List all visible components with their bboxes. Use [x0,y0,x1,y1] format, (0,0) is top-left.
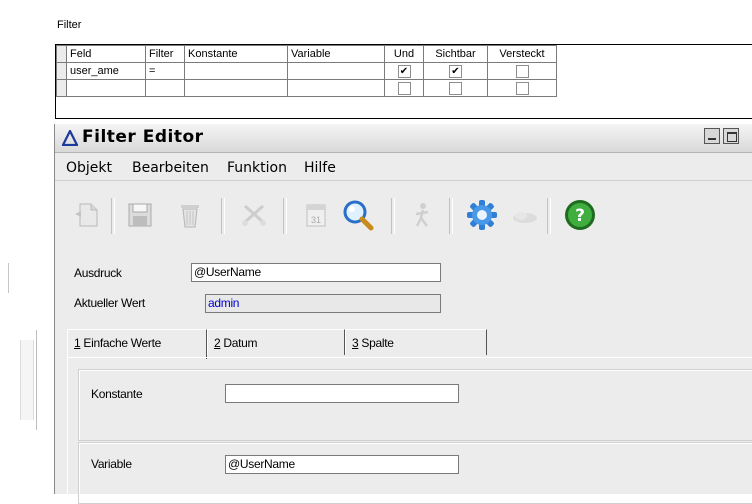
row-header-cell [56,45,67,63]
row-header-cell[interactable] [56,79,67,97]
toolbar-separator [449,198,453,234]
toolbar-separator [221,198,225,234]
grid-header-row: Feld Filter Konstante Variable Und Sicht… [56,45,557,63]
cell-konstante[interactable] [184,62,288,80]
cell-variable[interactable] [287,79,385,97]
expression-label: Ausdruck [74,266,122,280]
maximize-icon [727,132,737,142]
cell-variable[interactable] [287,62,385,80]
column-header-sichtbar[interactable]: Sichtbar [423,45,488,63]
cell-versteckt [487,79,557,97]
help-icon-text: ? [575,206,585,226]
table-row[interactable] [56,79,557,97]
filter-panel-title: Filter [57,19,82,31]
toolbar-separator [111,198,115,234]
tab-panel: Konstante Variable @UserName [67,357,752,504]
menu-bar: Objekt Bearbeiten Funktion Hilfe [55,154,752,181]
help-icon[interactable]: ? [563,198,597,232]
constant-input[interactable] [225,384,459,403]
current-value-field: admin [205,294,441,313]
constant-group: Konstante [78,369,752,441]
constant-label: Konstante [91,387,143,401]
und-checkbox[interactable]: ✔ [397,64,411,78]
column-header-variable[interactable]: Variable [287,45,385,63]
cloud-icon[interactable] [509,200,539,230]
cell-filter[interactable] [145,79,185,97]
minimize-button[interactable] [704,128,720,144]
tab-label: Einfache Werte [80,336,162,350]
window-title: Filter Editor [82,127,204,147]
cell-konstante[interactable] [184,79,288,97]
variable-input[interactable]: @UserName [225,455,459,474]
filter-editor-window: Filter Editor Objekt Bearbeiten Funktion… [54,124,752,504]
save-icon[interactable] [125,200,155,230]
variable-group: Variable @UserName [78,442,752,504]
calendar-icon-text: 31 [311,215,321,225]
search-icon[interactable] [341,198,375,232]
cell-und: ✔ [384,62,424,80]
row-header-cell[interactable] [56,62,67,80]
current-value-label: Aktueller Wert [74,296,145,310]
settings-icon[interactable] [465,198,499,232]
cell-sichtbar [423,79,488,97]
cut-icon[interactable] [239,200,269,230]
calendar-icon[interactable]: 31 [301,200,331,230]
toolbar-separator [391,198,395,234]
cell-sichtbar: ✔ [423,62,488,80]
tab-datum[interactable]: 2 Datum [207,329,345,355]
tab-label: Datum [220,336,258,350]
new-document-icon[interactable] [73,200,103,230]
cell-und [384,79,424,97]
title-bar[interactable]: Filter Editor [55,124,752,153]
column-header-konstante[interactable]: Konstante [184,45,288,63]
toolbar-separator [547,198,551,234]
cell-feld[interactable] [66,79,146,97]
cell-versteckt [487,62,557,80]
variable-label: Variable [91,457,132,471]
tab-einfache-werte[interactable]: 1 Einfache Werte [67,329,207,359]
app-triangle-icon [62,130,78,146]
cell-filter[interactable]: = [145,62,185,80]
table-row[interactable]: user_ame = ✔ ✔ [56,62,557,80]
menu-bearbeiten[interactable]: Bearbeiten [132,160,209,176]
sichtbar-checkbox[interactable] [449,81,462,95]
und-checkbox[interactable] [397,81,411,95]
versteckt-checkbox[interactable] [515,64,529,78]
cell-feld[interactable]: user_ame [66,62,146,80]
column-header-und[interactable]: Und [384,45,424,63]
versteckt-checkbox[interactable] [515,81,529,95]
column-header-versteckt[interactable]: Versteckt [487,45,557,63]
maximize-button[interactable] [723,128,739,144]
menu-objekt[interactable]: Objekt [66,160,112,176]
sichtbar-checkbox[interactable]: ✔ [449,64,462,78]
tab-label: Spalte [358,336,394,350]
run-icon[interactable] [407,200,437,230]
toolbar: 31 ? [63,186,752,246]
column-header-filter[interactable]: Filter [145,45,185,63]
menu-hilfe[interactable]: Hilfe [304,160,336,176]
tab-bar: 1 Einfache Werte 2 Datum 3 Spalte [67,329,752,359]
menu-funktion[interactable]: Funktion [227,160,287,176]
delete-icon[interactable] [175,200,205,230]
toolbar-separator [283,198,287,234]
expression-input[interactable]: @UserName [191,263,441,282]
column-header-feld[interactable]: Feld [66,45,146,63]
background-window-edge [0,263,9,293]
minimize-icon [708,138,716,140]
filter-grid: Feld Filter Konstante Variable Und Sicht… [55,44,752,119]
background-scrollbar [20,340,34,420]
tab-spalte[interactable]: 3 Spalte [345,329,487,355]
